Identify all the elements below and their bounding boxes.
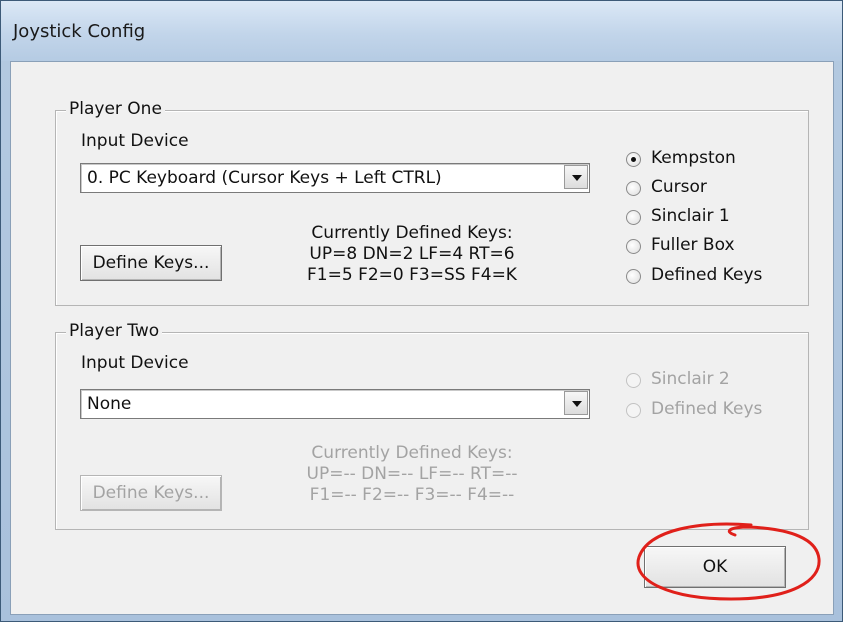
dialog-window: Joystick Config Player One Input Device … (0, 0, 843, 622)
window-title: Joystick Config (13, 21, 146, 42)
player-two-input-device-label: Input Device (81, 353, 189, 373)
title-bar[interactable]: Joystick Config (1, 1, 842, 61)
radio-fuller-box-label: Fuller Box (651, 235, 735, 255)
player-two-input-device-value: None (87, 394, 132, 414)
annotation-circle (636, 522, 821, 601)
player-two-defined-keys: Currently Defined Keys: UP=-- DN=-- LF=-… (272, 443, 552, 506)
player-two-group: Player Two Input Device None Define Keys… (55, 321, 809, 530)
player-one-input-device-value: 0. PC Keyboard (Cursor Keys + Left CTRL) (87, 168, 442, 188)
player-two-define-keys-button: Define Keys... (80, 475, 222, 511)
player-two-define-keys-label: Define Keys... (92, 483, 210, 503)
player-one-keys-heading: Currently Defined Keys: (311, 223, 513, 243)
radio-defined-keys-p2-label: Defined Keys (651, 399, 763, 419)
radio-icon (626, 210, 641, 225)
player-two-input-device-select[interactable]: None (80, 389, 590, 419)
player-one-define-keys-label: Define Keys... (92, 253, 210, 273)
player-one-group: Player One Input Device 0. PC Keyboard (… (55, 99, 809, 306)
player-two-legend: Player Two (66, 321, 163, 341)
player-one-legend: Player One (66, 99, 165, 119)
radio-sinclair-1-label: Sinclair 1 (651, 206, 730, 226)
player-one-keys-line2: F1=5 F2=0 F3=SS F4=K (307, 265, 517, 285)
radio-icon (626, 373, 641, 388)
radio-defined-keys-p1-label: Defined Keys (651, 265, 763, 285)
dropdown-arrow-icon[interactable] (564, 165, 588, 189)
player-two-keys-heading: Currently Defined Keys: (311, 443, 513, 463)
player-one-defined-keys: Currently Defined Keys: UP=8 DN=2 LF=4 R… (272, 223, 552, 286)
radio-icon (626, 403, 641, 418)
radio-icon (626, 239, 641, 254)
radio-cursor-label: Cursor (651, 177, 707, 197)
radio-icon (626, 181, 641, 196)
radio-kempston-label: Kempston (651, 148, 736, 168)
player-one-keys-line1: UP=8 DN=2 LF=4 RT=6 (309, 244, 515, 264)
player-one-input-device-label: Input Device (81, 131, 189, 151)
radio-checked-icon (626, 152, 641, 167)
radio-sinclair-2-label: Sinclair 2 (651, 369, 730, 389)
annotation-stroke (636, 522, 821, 601)
player-one-define-keys-button[interactable]: Define Keys... (80, 245, 222, 281)
dropdown-arrow-icon[interactable] (564, 391, 588, 415)
player-two-keys-line1: UP=-- DN=-- LF=-- RT=-- (306, 464, 518, 484)
player-one-input-device-select[interactable]: 0. PC Keyboard (Cursor Keys + Left CTRL) (80, 163, 590, 193)
player-two-keys-line2: F1=-- F2=-- F3=-- F4=-- (309, 485, 515, 505)
radio-icon (626, 269, 641, 284)
